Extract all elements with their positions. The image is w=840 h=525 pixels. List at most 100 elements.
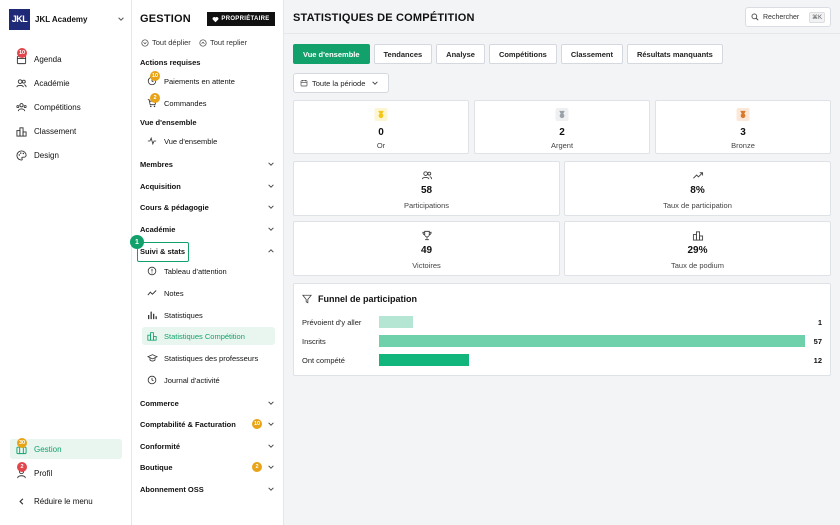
group-label: Commerce	[140, 398, 179, 408]
group-conformite[interactable]: Conformité	[140, 438, 276, 454]
collapse-menu-button[interactable]: Réduire le menu	[10, 491, 122, 511]
search-button[interactable]: Rechercher ⌘K	[745, 7, 831, 27]
group-abonnement-oss[interactable]: Abonnement OSS	[140, 481, 276, 497]
chevron-down-icon	[266, 420, 276, 428]
nav-item-gestion[interactable]: 30 Gestion	[10, 438, 122, 459]
tab-bar: Vue d'ensemble Tendances Analyse Compéti…	[293, 44, 727, 64]
group-academie[interactable]: Académie	[140, 221, 276, 237]
sub-item-notes[interactable]: Notes	[142, 284, 275, 302]
user-icon: 2	[14, 462, 28, 479]
tab-competitions[interactable]: Compétitions	[488, 44, 557, 64]
nav-item-competitions[interactable]: Compétitions	[10, 97, 122, 117]
nav-item-label: Agenda	[34, 54, 62, 64]
nav-item-classement[interactable]: Classement	[10, 121, 122, 141]
chevron-down-icon	[266, 485, 276, 493]
tab-analyse[interactable]: Analyse	[436, 44, 485, 64]
funnel-row-label: Inscrits	[302, 336, 326, 346]
funnel-bar	[379, 316, 413, 328]
stat-value: 49	[420, 245, 433, 256]
sub-item-label: Statistiques Compétition	[164, 331, 245, 341]
boutique-badge: 2	[252, 462, 262, 472]
clock-icon: 10	[146, 71, 161, 87]
nav-item-label: Profil	[34, 468, 53, 478]
funnel-bar	[379, 354, 469, 366]
chevron-left-icon	[14, 495, 28, 507]
brand-logo: JKL	[9, 8, 30, 30]
step-marker: 1	[130, 235, 144, 249]
expand-all-label: Tout déplier	[152, 38, 191, 47]
stat-card-victoires: 49 Victoires	[293, 221, 560, 276]
funnel-row: Ont compété 12	[302, 353, 822, 367]
brand-switcher[interactable]: JKL JKL Academy	[9, 8, 125, 30]
group-boutique[interactable]: Boutique 2	[140, 459, 276, 475]
sub-item-vue-ensemble[interactable]: Vue d'ensemble	[142, 132, 275, 150]
group-label: Comptabilité & Facturation	[140, 419, 236, 429]
sub-item-statistiques-professeurs[interactable]: Statistiques des professeurs	[142, 349, 275, 367]
tab-vue-ensemble[interactable]: Vue d'ensemble	[293, 44, 370, 64]
group-acquisition[interactable]: Acquisition	[140, 178, 276, 194]
sub-item-journal-activite[interactable]: Journal d'activité	[142, 371, 275, 389]
funnel-track	[379, 354, 805, 366]
main-sidebar: JKL JKL Academy 10 Agenda Académie Compé…	[0, 0, 132, 525]
tab-resultats-manquants[interactable]: Résultats manquants	[626, 44, 723, 64]
nav-item-agenda[interactable]: 10 Agenda	[10, 48, 122, 69]
nav-item-label: Design	[34, 150, 59, 160]
stat-card-taux-participation: 8% Taux de participation	[564, 161, 831, 216]
owner-badge: PROPRIÉTAIRE	[207, 12, 275, 26]
sub-item-statistiques-competition[interactable]: Statistiques Compétition	[142, 327, 275, 345]
collapse-all-label: Tout replier	[210, 38, 248, 47]
group-commerce[interactable]: Commerce	[140, 395, 276, 411]
funnel-row-value: 1	[817, 317, 822, 327]
sub-item-commandes[interactable]: 2 Commandes	[142, 93, 275, 112]
period-label: Toute la période	[312, 78, 366, 88]
collapse-all-button[interactable]: Tout replier	[199, 38, 247, 47]
stat-card-participations: 58 Participations	[293, 161, 560, 216]
required-actions-title: Actions requises	[140, 58, 201, 67]
main-content: STATISTIQUES DE COMPÉTITION Rechercher ⌘…	[284, 0, 840, 525]
tab-classement[interactable]: Classement	[560, 44, 623, 64]
chevron-down-icon	[266, 399, 276, 407]
nav-item-label: Compétitions	[34, 102, 81, 112]
nav-item-label: Gestion	[34, 444, 62, 454]
filter-icon	[302, 294, 312, 304]
medal-value: 3	[740, 127, 746, 138]
group-comptabilite-facturation[interactable]: Comptabilité & Facturation 10	[140, 416, 276, 432]
alert-circle-icon	[146, 265, 158, 277]
sub-item-statistiques[interactable]: Statistiques	[142, 306, 275, 324]
stat-label: Victoires	[412, 261, 441, 270]
stat-card-taux-podium: 29% Taux de podium	[564, 221, 831, 276]
nav-item-design[interactable]: Design	[10, 145, 122, 165]
search-icon	[751, 13, 759, 21]
section-sidebar: GESTION PROPRIÉTAIRE Tout déplier Tout r…	[132, 0, 284, 525]
funnel-bar	[379, 335, 805, 347]
chevron-down-icon	[372, 81, 379, 85]
nav-item-profil[interactable]: 2 Profil	[10, 462, 122, 483]
nav-item-academie[interactable]: Académie	[10, 73, 122, 93]
group-cours-pedagogie[interactable]: Cours & pédagogie	[140, 199, 276, 215]
funnel-row-label: Ont compété	[302, 355, 345, 365]
chevron-down-icon	[266, 463, 276, 471]
palette-icon	[14, 149, 28, 161]
podium-icon	[14, 125, 28, 137]
trophy-icon	[421, 230, 432, 241]
medal-value: 2	[559, 127, 565, 138]
section-title: GESTION	[140, 13, 191, 25]
group-membres[interactable]: Membres	[140, 156, 276, 172]
funnel-row-label: Prévoient d'y aller	[302, 317, 362, 327]
sub-item-paiements[interactable]: 10 Paiements en attente	[142, 71, 275, 90]
heart-icon	[212, 16, 219, 22]
chart-line-icon	[146, 287, 158, 299]
search-shortcut: ⌘K	[808, 11, 825, 23]
medal-label: Bronze	[731, 141, 755, 150]
tab-tendances[interactable]: Tendances	[373, 44, 433, 64]
group-label: Boutique	[140, 462, 173, 472]
briefcase-icon: 30	[14, 438, 28, 455]
sub-item-tableau-attention[interactable]: Tableau d'attention	[142, 262, 275, 280]
activity-icon	[146, 135, 158, 147]
medal-card-or: 0 Or	[293, 100, 469, 154]
graduation-cap-icon	[146, 352, 158, 364]
period-select[interactable]: Toute la période	[293, 73, 389, 93]
group-label: Académie	[140, 224, 176, 234]
expand-all-button[interactable]: Tout déplier	[141, 38, 191, 47]
stat-label: Taux de participation	[663, 201, 732, 210]
